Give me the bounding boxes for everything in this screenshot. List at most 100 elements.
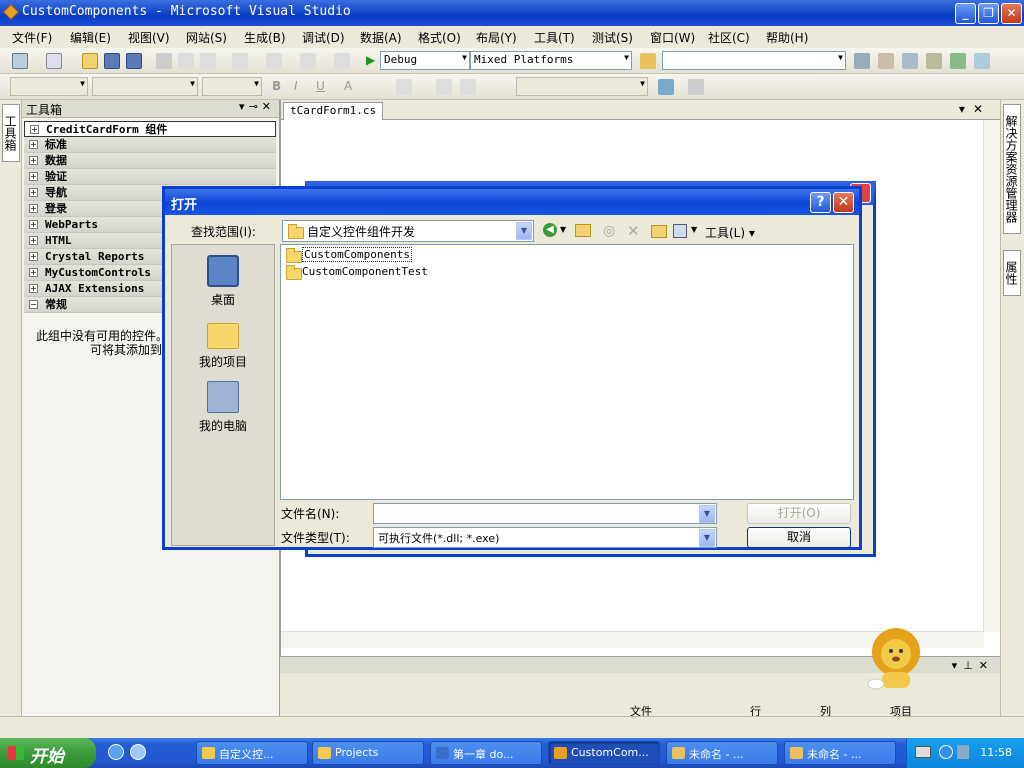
add-item-icon[interactable] xyxy=(46,53,62,69)
solution-explorer-icon[interactable] xyxy=(854,53,870,69)
menu-build[interactable]: 生成(B) xyxy=(244,29,286,46)
solution-platform-select[interactable]: Mixed Platforms ▼ xyxy=(470,51,632,70)
close-document-icon[interactable]: ✕ xyxy=(973,102,991,116)
cut-icon[interactable] xyxy=(156,53,172,69)
menu-website[interactable]: 网站(S) xyxy=(186,29,227,46)
toolbox-group[interactable]: + 数据 xyxy=(24,153,276,169)
italic-icon[interactable]: I xyxy=(294,79,298,93)
menu-format[interactable]: 格式(O) xyxy=(418,29,461,46)
find-combo[interactable]: ▼ xyxy=(662,51,846,70)
save-all-icon[interactable] xyxy=(126,53,142,69)
taskbar-button[interactable]: 自定义控... xyxy=(196,741,308,765)
back-icon[interactable]: ◀ xyxy=(543,223,557,237)
save-icon[interactable] xyxy=(104,53,120,69)
pin-icon[interactable]: ⊸ xyxy=(249,100,262,113)
keyboard-icon[interactable] xyxy=(915,746,931,758)
minimize-button[interactable]: _ xyxy=(955,3,976,24)
bulleted-list-icon[interactable] xyxy=(460,79,476,95)
place-my-projects[interactable]: 我的项目 xyxy=(172,319,274,370)
format-painter-icon[interactable] xyxy=(658,79,674,95)
command-window-icon[interactable] xyxy=(974,53,990,69)
help-button[interactable]: ? xyxy=(810,192,831,213)
numbered-list-icon[interactable] xyxy=(436,79,452,95)
back-dropdown-icon[interactable]: ▼ xyxy=(560,225,566,234)
solution-explorer-side-tab[interactable]: 解决方案资源管理器 xyxy=(1003,104,1021,234)
tab-list-icon[interactable]: ▾ xyxy=(959,102,973,116)
navigate-backward-icon[interactable] xyxy=(300,53,316,69)
menu-view[interactable]: 视图(V) xyxy=(128,29,170,46)
taskbar-button[interactable]: CustomCom... xyxy=(548,741,660,765)
object-browser-icon[interactable] xyxy=(902,53,918,69)
new-folder-icon[interactable] xyxy=(651,225,667,238)
menu-data[interactable]: 数据(A) xyxy=(360,29,402,46)
volume-icon[interactable] xyxy=(957,745,969,759)
menu-community[interactable]: 社区(C) xyxy=(708,29,750,46)
start-page-icon[interactable] xyxy=(950,53,966,69)
lookin-select[interactable]: 自定义控件组件开发 ▼ xyxy=(282,220,534,242)
search-web-icon[interactable]: ◎ xyxy=(603,223,615,239)
open-file-icon[interactable] xyxy=(82,53,98,69)
block-format-select[interactable]: ▼ xyxy=(10,77,88,96)
maximize-button[interactable]: ❐ xyxy=(978,3,999,24)
close-icon[interactable]: ✕ xyxy=(262,100,275,113)
dropdown-icon[interactable]: ▾ xyxy=(952,659,964,672)
taskbar-button[interactable]: Projects xyxy=(312,741,424,765)
paste-icon[interactable] xyxy=(200,53,216,69)
quick-launch-icon[interactable] xyxy=(130,744,146,760)
font-name-select[interactable]: ▼ xyxy=(92,77,198,96)
menu-edit[interactable]: 编辑(E) xyxy=(70,29,111,46)
undo-icon[interactable] xyxy=(232,53,248,69)
tools-menu-button[interactable]: 工具(L) ▾ xyxy=(705,224,755,241)
menu-file[interactable]: 文件(F) xyxy=(12,29,52,46)
menu-tools[interactable]: 工具(T) xyxy=(534,29,575,46)
justify-icon[interactable] xyxy=(396,79,412,95)
bold-icon[interactable]: B xyxy=(272,79,281,93)
style-select[interactable]: ▼ xyxy=(516,77,648,96)
toolbox-group[interactable]: + 验证 xyxy=(24,169,276,185)
language-icon[interactable] xyxy=(939,745,953,759)
vertical-scrollbar[interactable] xyxy=(983,120,1000,632)
solution-config-select[interactable]: Debug ▼ xyxy=(380,51,470,70)
toolbox-icon[interactable] xyxy=(926,53,942,69)
cancel-button[interactable]: 取消 xyxy=(747,527,851,548)
pin-icon[interactable]: ⊥ xyxy=(963,659,979,672)
close-icon[interactable]: ✕ xyxy=(979,659,994,672)
menu-window[interactable]: 窗口(W) xyxy=(650,29,695,46)
dropdown-icon[interactable]: ▾ xyxy=(239,100,249,113)
filename-input[interactable]: ▼ xyxy=(373,503,717,524)
close-button[interactable]: ✕ xyxy=(1001,3,1022,24)
hyperlink-icon[interactable] xyxy=(688,79,704,95)
redo-icon[interactable] xyxy=(266,53,282,69)
menu-layout[interactable]: 布局(Y) xyxy=(476,29,517,46)
toolbox-side-tab[interactable]: 工具箱 xyxy=(2,104,20,162)
taskbar-button[interactable]: 未命名 - ... xyxy=(666,741,778,765)
navigate-forward-icon[interactable] xyxy=(334,53,350,69)
place-desktop[interactable]: 桌面 xyxy=(172,255,274,308)
menu-help[interactable]: 帮助(H) xyxy=(766,29,808,46)
office-assistant-lion[interactable] xyxy=(862,626,924,692)
properties-side-tab[interactable]: 属性 xyxy=(1003,250,1021,296)
internet-explorer-icon[interactable] xyxy=(108,744,124,760)
properties-icon[interactable] xyxy=(878,53,894,69)
start-button[interactable]: 开始 xyxy=(0,738,96,768)
toolbox-group[interactable]: + 标准 xyxy=(24,137,276,153)
menu-test[interactable]: 测试(S) xyxy=(592,29,633,46)
foreground-color-icon[interactable]: A xyxy=(344,79,352,93)
new-project-icon[interactable] xyxy=(12,53,28,69)
document-tab[interactable]: tCardForm1.cs xyxy=(283,102,384,120)
dialog-close-button[interactable]: ✕ xyxy=(833,192,854,213)
taskbar-button[interactable]: 未命名 - ... xyxy=(784,741,896,765)
up-folder-icon[interactable] xyxy=(575,224,591,237)
list-item[interactable]: CustomComponentTest xyxy=(284,265,428,281)
place-my-computer[interactable]: 我的电脑 xyxy=(172,381,274,434)
toolbox-group[interactable]: + CreditCardForm 组件 xyxy=(24,121,276,137)
menu-debug[interactable]: 调试(D) xyxy=(302,29,345,46)
start-debug-icon[interactable]: ▶ xyxy=(366,53,375,67)
taskbar-button[interactable]: 第一章 do... xyxy=(430,741,542,765)
font-size-select[interactable]: ▼ xyxy=(202,77,262,96)
views-menu-icon[interactable] xyxy=(673,224,687,238)
filetype-select[interactable]: 可执行文件(*.dll; *.exe) ▼ xyxy=(373,527,717,548)
list-item[interactable]: CustomComponents xyxy=(284,247,412,264)
delete-icon[interactable]: ✕ xyxy=(627,222,640,240)
find-in-files-icon[interactable] xyxy=(640,53,656,69)
